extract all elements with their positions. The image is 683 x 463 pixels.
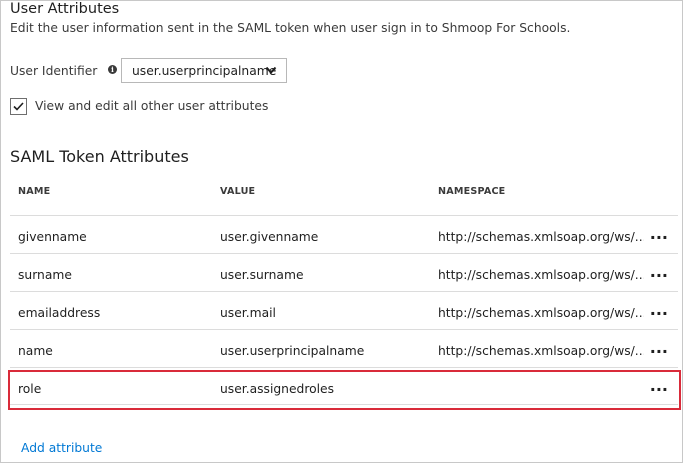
attribute-namespace: http://schemas.xmlsoap.org/ws/... — [438, 306, 644, 320]
column-header-name: NAME — [18, 186, 51, 197]
table-row-role[interactable]: role user.assignedroles ... — [10, 367, 678, 405]
attribute-name: givenname — [18, 230, 87, 244]
user-attributes-title: User Attributes — [10, 1, 120, 17]
user-identifier-dropdown[interactable]: user.userprincipalname — [121, 58, 287, 83]
more-options-icon[interactable]: ... — [650, 302, 668, 318]
user-identifier-value: user.userprincipalname — [132, 64, 277, 78]
more-options-icon[interactable]: ... — [650, 226, 668, 242]
attribute-value: user.assignedroles — [220, 382, 335, 396]
table-row-surname[interactable]: surname user.surname http://schemas.xmls… — [10, 253, 678, 291]
attribute-name: emailaddress — [18, 306, 101, 320]
view-edit-attributes-label[interactable]: View and edit all other user attributes — [35, 98, 268, 114]
attribute-namespace: http://schemas.xmlsoap.org/ws/... — [438, 230, 644, 244]
column-header-namespace: NAMESPACE — [438, 186, 506, 197]
attribute-name: name — [18, 344, 53, 358]
user-identifier-label: User Identifier — [10, 64, 98, 78]
saml-token-attributes-title: SAML Token Attributes — [10, 147, 189, 166]
attribute-value: user.surname — [220, 268, 304, 282]
more-options-icon[interactable]: ... — [650, 378, 668, 394]
attribute-value: user.givenname — [220, 230, 319, 244]
saml-attributes-table: givenname user.givenname http://schemas.… — [10, 215, 678, 405]
attribute-value: user.mail — [220, 306, 276, 320]
view-edit-attributes-checkbox[interactable] — [10, 98, 27, 115]
attribute-name: role — [18, 382, 42, 396]
attribute-value: user.userprincipalname — [220, 344, 365, 358]
chevron-down-icon — [265, 66, 277, 74]
column-header-value: VALUE — [220, 186, 256, 197]
attribute-namespace: http://schemas.xmlsoap.org/ws/... — [438, 344, 644, 358]
user-attributes-description: Edit the user information sent in the SA… — [10, 21, 571, 35]
info-icon[interactable]: i — [108, 65, 117, 74]
attribute-name: surname — [18, 268, 72, 282]
table-row-emailaddress[interactable]: emailaddress user.mail http://schemas.xm… — [10, 291, 678, 329]
attribute-namespace: http://schemas.xmlsoap.org/ws/... — [438, 268, 644, 282]
add-attribute-link[interactable]: Add attribute — [21, 440, 102, 456]
table-row-givenname[interactable]: givenname user.givenname http://schemas.… — [10, 215, 678, 253]
more-options-icon[interactable]: ... — [650, 264, 668, 280]
table-row-name[interactable]: name user.userprincipalname http://schem… — [10, 329, 678, 367]
checkmark-icon — [13, 102, 24, 111]
more-options-icon[interactable]: ... — [650, 340, 668, 356]
